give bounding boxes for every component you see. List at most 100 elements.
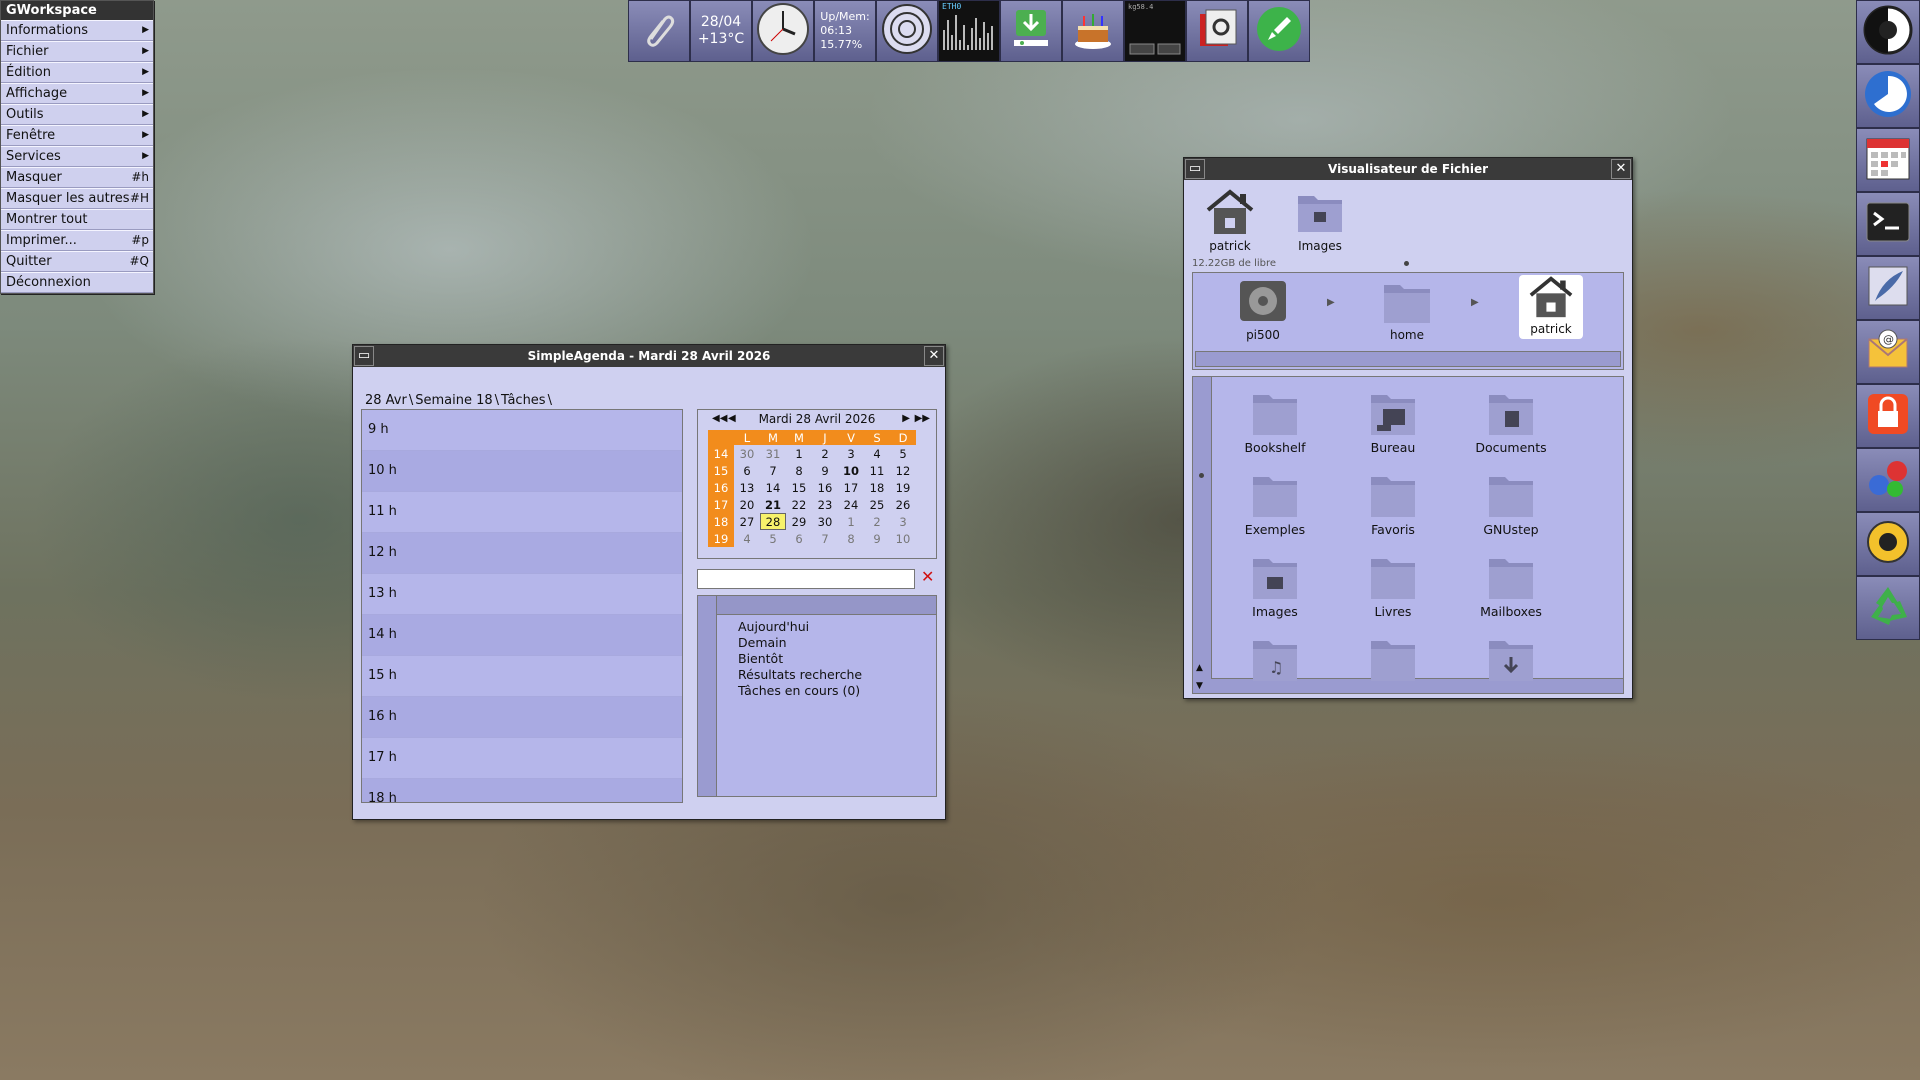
calendar-day[interactable]: 16 <box>812 479 838 496</box>
file-item[interactable]: Images <box>1229 553 1321 619</box>
hour-slot[interactable]: 15 h <box>362 656 682 697</box>
hour-slot[interactable]: 14 h <box>362 615 682 656</box>
miniaturize-button[interactable]: ▭ <box>354 346 374 366</box>
dock-recycler[interactable] <box>1856 576 1920 640</box>
dock-calendar[interactable] <box>1856 128 1920 192</box>
image-viewer-tile[interactable] <box>1186 0 1248 62</box>
file-item[interactable] <box>1465 635 1557 686</box>
dock-lock[interactable] <box>1856 384 1920 448</box>
file-item[interactable]: Bureau <box>1347 389 1439 455</box>
attachment-tile[interactable] <box>628 0 690 62</box>
launcher-tile[interactable] <box>1248 0 1310 62</box>
file-item[interactable]: GNUstep <box>1465 471 1557 537</box>
file-item[interactable] <box>1347 635 1439 686</box>
birthday-tile[interactable] <box>1062 0 1124 62</box>
dock-music[interactable] <box>1856 512 1920 576</box>
close-button[interactable]: ✕ <box>924 346 944 366</box>
network-monitor-tile[interactable]: ETH0 <box>938 0 1000 62</box>
calendar-day[interactable]: 3 <box>890 513 916 530</box>
calendar-day[interactable]: 30 <box>812 513 838 530</box>
calendar-day[interactable]: 1 <box>838 513 864 530</box>
miniaturize-button[interactable]: ▭ <box>1185 159 1205 179</box>
next-month-button[interactable]: ▶ <box>902 410 910 428</box>
menu-item-9[interactable]: Masquer les autres #H <box>1 188 153 209</box>
calendar-day[interactable]: 1 <box>786 445 812 462</box>
calendar-day[interactable]: 7 <box>812 530 838 547</box>
menu-item-12[interactable]: Quitter #Q <box>1 251 153 272</box>
calendar-day[interactable]: 12 <box>890 462 916 479</box>
dock-gworkspace[interactable] <box>1856 0 1920 64</box>
calendar-day[interactable]: 30 <box>734 445 760 462</box>
calendar-day[interactable]: 26 <box>890 496 916 513</box>
menu-item-7[interactable]: Services ▶ <box>1 146 153 167</box>
calendar-day[interactable]: 27 <box>734 513 760 530</box>
dock-mail[interactable]: @ <box>1856 320 1920 384</box>
path-scrollbar[interactable] <box>1195 351 1621 367</box>
calendar-day[interactable]: 22 <box>786 496 812 513</box>
hour-slot[interactable]: 18 h <box>362 779 682 802</box>
shelf-split-handle[interactable] <box>1404 261 1409 266</box>
close-button[interactable]: ✕ <box>1611 159 1631 179</box>
radar-tile[interactable] <box>876 0 938 62</box>
hour-slot[interactable]: 10 h <box>362 451 682 492</box>
menu-item-6[interactable]: Fenêtre ▶ <box>1 125 153 146</box>
calendar-day[interactable]: 21 <box>760 496 786 513</box>
agenda-titlebar[interactable]: ▭ SimpleAgenda - Mardi 28 Avril 2026 ✕ <box>353 345 945 367</box>
file-item[interactable]: Bookshelf <box>1229 389 1321 455</box>
calendar-day[interactable]: 31 <box>760 445 786 462</box>
calendar-day[interactable]: 20 <box>734 496 760 513</box>
task-list-item[interactable]: Tâches en cours (0) <box>738 683 936 699</box>
calendar-day[interactable]: 17 <box>838 479 864 496</box>
hour-slot[interactable]: 12 h <box>362 533 682 574</box>
path-item-home[interactable]: home <box>1367 279 1447 342</box>
hour-slot[interactable]: 9 h <box>362 410 682 451</box>
calendar-day[interactable]: 9 <box>864 530 890 547</box>
shelf-item-patrick[interactable]: patrick <box>1190 188 1270 253</box>
calendar-day[interactable]: 10 <box>890 530 916 547</box>
scroll-up-icon[interactable]: ▲ <box>1196 663 1203 673</box>
calendar-day[interactable]: 2 <box>812 445 838 462</box>
tab-week[interactable]: Semaine 18 <box>413 393 494 408</box>
hour-slot[interactable]: 16 h <box>362 697 682 738</box>
tab-day[interactable]: 28 Avr <box>363 393 409 408</box>
scroll-down-icon[interactable]: ▼ <box>1196 681 1203 691</box>
calendar-day[interactable]: 19 <box>890 479 916 496</box>
task-list-item[interactable]: Résultats recherche <box>738 667 936 683</box>
shelf-item-images[interactable]: Images <box>1280 188 1360 253</box>
dock-network[interactable] <box>1856 448 1920 512</box>
hour-slot[interactable]: 17 h <box>362 738 682 779</box>
uptime-mem-tile[interactable]: Up/Mem: 06:13 15.77% <box>814 0 876 62</box>
downloader-tile[interactable] <box>1000 0 1062 62</box>
calendar-day[interactable]: 4 <box>734 530 760 547</box>
calendar-day[interactable]: 11 <box>864 462 890 479</box>
dock-terminal[interactable] <box>1856 192 1920 256</box>
scroll-knob[interactable] <box>1199 473 1204 478</box>
calendar-day[interactable]: 4 <box>864 445 890 462</box>
calendar-day[interactable]: 24 <box>838 496 864 513</box>
calendar-day[interactable]: 8 <box>838 530 864 547</box>
dock-editor[interactable] <box>1856 256 1920 320</box>
calendar-day[interactable]: 3 <box>838 445 864 462</box>
calendar-day[interactable]: 13 <box>734 479 760 496</box>
calendar-day[interactable]: 25 <box>864 496 890 513</box>
menu-item-3[interactable]: Édition ▶ <box>1 62 153 83</box>
task-list-item[interactable]: Aujourd'hui <box>738 619 936 635</box>
task-list-item[interactable]: Bientôt <box>738 651 936 667</box>
system-monitor-tile[interactable]: kg58.4 <box>1124 0 1186 62</box>
next-year-button[interactable]: ▶▶ <box>915 410 930 428</box>
file-item[interactable]: Livres <box>1347 553 1439 619</box>
hour-slot[interactable]: 13 h <box>362 574 682 615</box>
task-list-item[interactable]: Demain <box>738 635 936 651</box>
file-item[interactable]: Favoris <box>1347 471 1439 537</box>
date-weather-tile[interactable]: 28/04 +13°C <box>690 0 752 62</box>
calendar-day[interactable]: 28 <box>760 513 786 530</box>
calendar-day[interactable]: 9 <box>812 462 838 479</box>
path-item-pi500[interactable]: pi500 <box>1223 279 1303 342</box>
calendar-day[interactable]: 2 <box>864 513 890 530</box>
task-search-input[interactable] <box>697 569 915 589</box>
calendar-day[interactable]: 6 <box>786 530 812 547</box>
calendar-day[interactable]: 18 <box>864 479 890 496</box>
path-item-patrick[interactable]: patrick <box>1519 275 1583 339</box>
file-item[interactable]: ♫ <box>1229 635 1321 686</box>
calendar-day[interactable]: 5 <box>890 445 916 462</box>
